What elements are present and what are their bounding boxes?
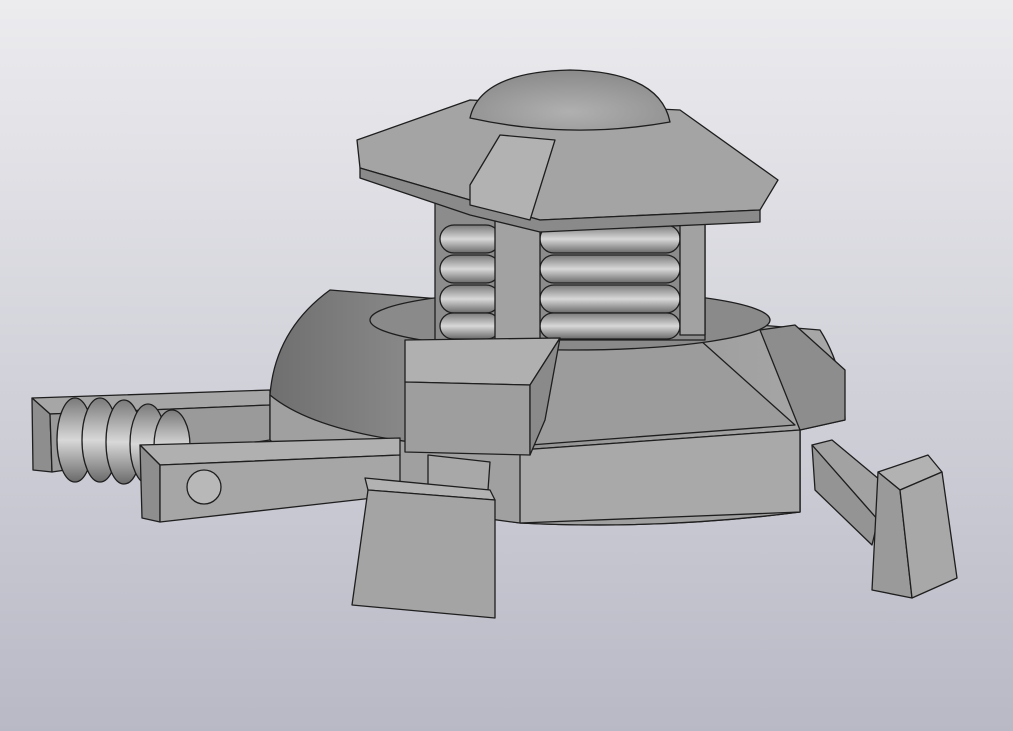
cad-3d-viewport[interactable] (0, 0, 1013, 731)
model-render[interactable] (0, 0, 1013, 731)
front-mount-block (404, 337, 561, 456)
pivot-pin (186, 469, 222, 505)
